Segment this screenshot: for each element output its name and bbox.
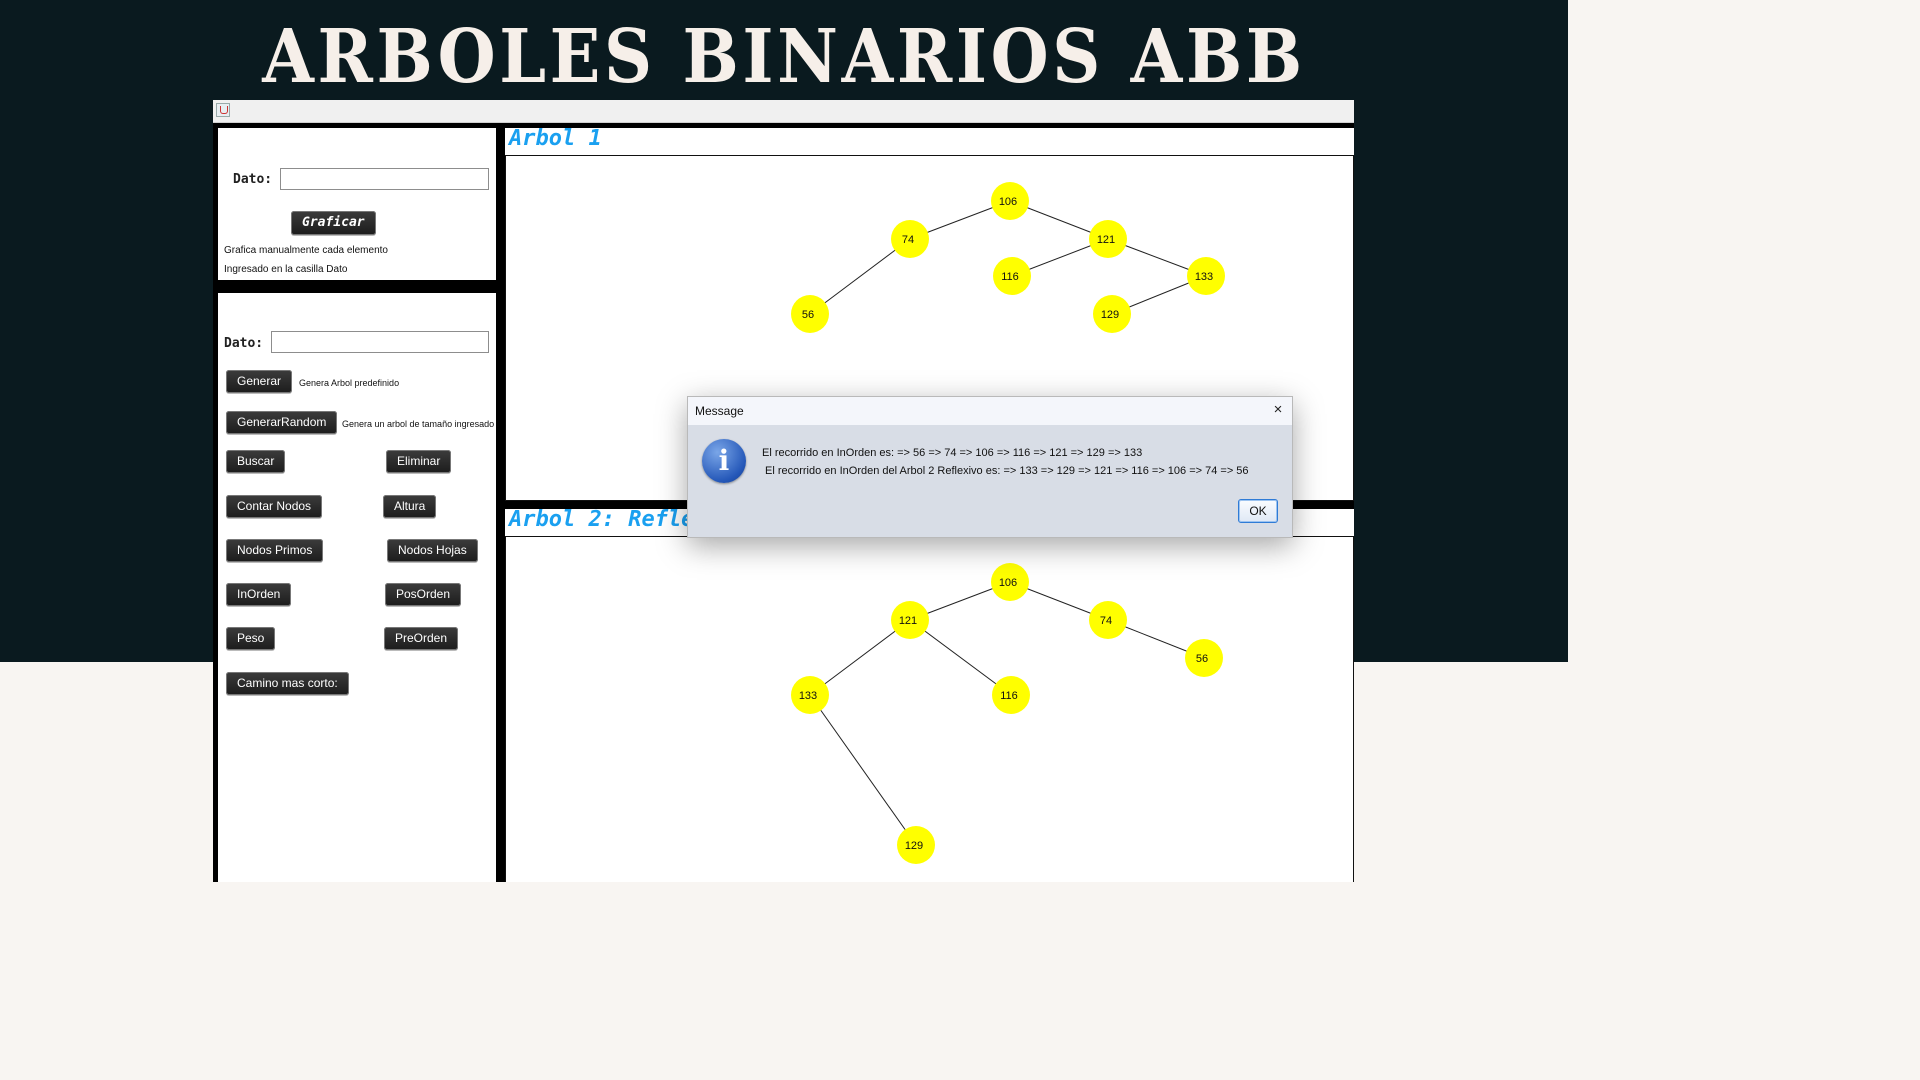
inorden-button[interactable]: InOrden xyxy=(226,583,292,606)
manual-note-line1: Grafica manualmente cada elemento xyxy=(224,245,388,256)
tree2-node-56: 56 xyxy=(1185,639,1223,677)
generar-random-button[interactable]: GenerarRandom xyxy=(226,411,338,434)
nodos-primos-button[interactable]: Nodos Primos xyxy=(226,539,324,562)
dato-input-manual[interactable] xyxy=(280,168,489,190)
tree2-node-129: 129 xyxy=(897,826,935,864)
manual-panel: Dato: Graficar Grafica manualmente cada … xyxy=(218,128,496,280)
tree1-node-label: 133 xyxy=(1195,271,1213,283)
contar-nodos-button[interactable]: Contar Nodos xyxy=(226,495,323,518)
dato-label-manual: Dato: xyxy=(233,172,273,187)
tree2-node-label: 121 xyxy=(899,615,917,627)
java-app-icon xyxy=(216,103,230,117)
tree1-node-116: 116 xyxy=(993,257,1031,295)
banner-title: Arboles Binarios ABB xyxy=(262,14,1306,100)
tree1-node-label: 129 xyxy=(1101,309,1119,321)
operations-panel: Dato: Generar Genera Arbol predefinido G… xyxy=(218,293,496,882)
generar-button[interactable]: Generar xyxy=(226,370,293,393)
tree2-edge xyxy=(809,694,917,846)
eliminar-button[interactable]: Eliminar xyxy=(386,450,452,473)
tree2-node-116: 116 xyxy=(992,676,1030,714)
buscar-button[interactable]: Buscar xyxy=(226,450,286,473)
tree1-node-label: 56 xyxy=(802,309,814,321)
generar-note: Genera Arbol predefinido xyxy=(299,378,400,388)
tree1-node-133: 133 xyxy=(1187,257,1225,295)
altura-button[interactable]: Altura xyxy=(383,495,437,518)
dato-label-ops: Dato: xyxy=(224,336,264,351)
close-icon[interactable]: × xyxy=(1268,400,1288,420)
message-dialog: Message × i El recorrido en InOrden es: … xyxy=(687,396,1293,538)
tree2-node-label: 129 xyxy=(905,840,923,852)
tree2-node-121: 121 xyxy=(891,601,929,639)
tree2-node-label: 133 xyxy=(799,690,817,702)
tree1-node-56: 56 xyxy=(791,295,829,333)
tree1-node-106: 106 xyxy=(991,182,1029,220)
peso-button[interactable]: Peso xyxy=(226,627,276,650)
graficar-button[interactable]: Graficar xyxy=(291,211,376,235)
tree2-node-label: 74 xyxy=(1100,615,1112,627)
tree2-graph: 106 121 74 56 133 116 129 xyxy=(791,563,1223,864)
dialog-body: i El recorrido en InOrden es: => 56 => 7… xyxy=(688,425,1292,537)
camino-mas-corto-button[interactable]: Camino mas corto: xyxy=(226,672,349,695)
tree2-node-133: 133 xyxy=(791,676,829,714)
preorden-button[interactable]: PreOrden xyxy=(384,627,459,650)
tree2-node-74: 74 xyxy=(1089,601,1127,639)
tree2-node-label: 56 xyxy=(1196,653,1208,665)
window-titlebar xyxy=(213,100,1354,123)
ok-button[interactable]: OK xyxy=(1238,499,1278,523)
tree1-node-74: 74 xyxy=(891,220,929,258)
tree1-node-label: 74 xyxy=(902,234,914,246)
tree1-title: Arbol 1 xyxy=(509,126,602,151)
tree2-title: Arbol 2: Refle xyxy=(509,507,695,532)
tree2-canvas: 106 121 74 56 133 116 129 xyxy=(505,536,1354,882)
tree2-panel: Arbol 2: Refle 106 121 74 56 133 116 129 xyxy=(505,507,1354,882)
tree2-node-106: 106 xyxy=(991,563,1029,601)
dialog-message-line1: El recorrido en InOrden es: => 56 => 74 … xyxy=(762,447,1143,459)
dialog-message-line2: El recorrido en InOrden del Arbol 2 Refl… xyxy=(765,465,1249,477)
tree1-node-121: 121 xyxy=(1089,220,1127,258)
tree1-node-label: 116 xyxy=(1001,271,1019,283)
tree1-node-129: 129 xyxy=(1093,295,1131,333)
dato-input-ops[interactable] xyxy=(271,331,489,353)
posorden-button[interactable]: PosOrden xyxy=(385,583,462,606)
tree2-node-label: 116 xyxy=(1000,690,1018,702)
info-icon: i xyxy=(702,439,746,483)
dialog-header: Message × xyxy=(688,397,1292,426)
tree1-node-label: 106 xyxy=(999,196,1017,208)
tree2-node-label: 106 xyxy=(999,577,1017,589)
dialog-title: Message xyxy=(695,404,744,418)
manual-note-line2: Ingresado en la casilla Dato xyxy=(224,264,348,275)
nodos-hojas-button[interactable]: Nodos Hojas xyxy=(387,539,478,562)
generar-random-note: Genera un arbol de tamaño ingresado xyxy=(342,419,495,429)
tree1-node-label: 121 xyxy=(1097,234,1115,246)
